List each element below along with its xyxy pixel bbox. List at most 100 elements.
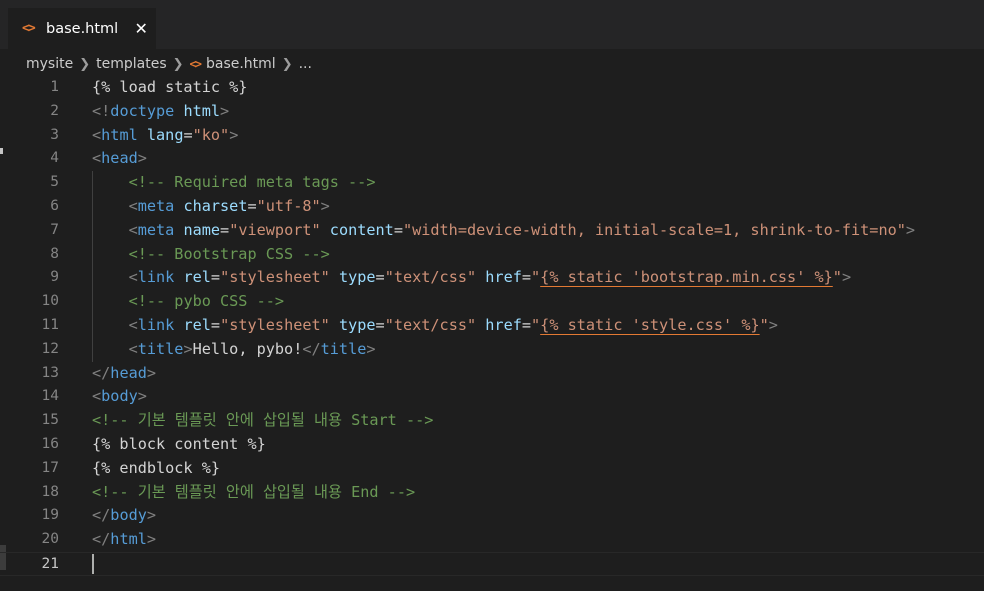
- close-icon[interactable]: ✕: [132, 19, 150, 38]
- code-token: {% endblock %}: [92, 458, 221, 477]
- code-line[interactable]: 1 {% load static %}: [0, 76, 984, 100]
- code-token: <: [128, 268, 138, 287]
- code-text: <!-- pybo CSS -->: [92, 290, 284, 314]
- code-token: <!-- Bootstrap CSS -->: [128, 244, 330, 263]
- line-number: 2: [50, 102, 59, 119]
- code-line[interactable]: 5 <!-- Required meta tags -->: [0, 171, 984, 195]
- code-token: <: [128, 339, 138, 358]
- code-line[interactable]: 20 </html>: [0, 528, 984, 552]
- code-token: <: [128, 197, 138, 215]
- code-line[interactable]: 19 </body>: [0, 504, 984, 528]
- code-token: rel: [183, 268, 211, 287]
- breadcrumb: mysite ❯ templates ❯ <> base.html ❯ ...: [0, 53, 984, 75]
- code-token: {% static 'bootstrap.min.css' %}: [540, 268, 833, 287]
- code-token: >: [229, 125, 239, 144]
- code-text: <html lang="ko">: [92, 124, 238, 148]
- code-line[interactable]: 21: [0, 552, 984, 576]
- code-token: =: [183, 125, 193, 144]
- code-token: type: [338, 268, 376, 287]
- code-line[interactable]: 16 {% block content %}: [0, 433, 984, 457]
- code-line[interactable]: 9 <link rel="stylesheet" type="text/css"…: [0, 266, 984, 290]
- code-line[interactable]: 17 {% endblock %}: [0, 457, 984, 481]
- code-token: charset: [183, 197, 248, 215]
- tab-label: base.html: [46, 20, 119, 37]
- tab-bar: <> base.html ✕: [0, 0, 984, 49]
- line-number: 19: [41, 507, 59, 524]
- code-text: </html>: [92, 528, 156, 552]
- code-token: ": [759, 316, 769, 334]
- breadcrumb-more[interactable]: ...: [299, 56, 312, 72]
- code-token: >: [905, 220, 916, 239]
- code-line[interactable]: 12 <title>Hello, pybo!</title>: [0, 338, 984, 362]
- code-line[interactable]: 2 <!doctype html>: [0, 100, 984, 124]
- code-line[interactable]: 10 <!-- pybo CSS -->: [0, 290, 984, 314]
- code-token: name: [183, 220, 221, 239]
- line-number: 14: [41, 388, 59, 405]
- code-editor[interactable]: 1 {% load static %} 2 <!doctype html> 3 <html…: [0, 76, 984, 591]
- chevron-right-icon: ❯: [281, 56, 293, 72]
- code-line[interactable]: 13 </head>: [0, 362, 984, 386]
- code-token: "utf-8": [256, 197, 321, 215]
- code-line[interactable]: 15 <!-- 기본 템플릿 안에 삽입될 내용 Start -->: [0, 409, 984, 433]
- code-token: =: [393, 220, 403, 239]
- code-token: =: [521, 268, 532, 287]
- breadcrumb-templates[interactable]: templates: [96, 56, 167, 72]
- code-token: <!-- 기본 템플릿 안에 삽입될 내용 End -->: [92, 482, 416, 501]
- code-token: </: [92, 363, 111, 382]
- code-token: title: [137, 339, 184, 358]
- line-number: 9: [50, 269, 59, 286]
- code-token: href: [485, 268, 522, 287]
- code-token: link: [137, 316, 175, 334]
- code-token: >: [146, 530, 157, 549]
- code-token: content: [329, 220, 394, 239]
- code-line[interactable]: 18 <!-- 기본 템플릿 안에 삽입될 내용 End -->: [0, 481, 984, 505]
- code-line[interactable]: 4 <head>: [0, 147, 984, 171]
- line-number: 17: [41, 459, 59, 476]
- code-token: "stylesheet": [220, 316, 330, 334]
- code-token: >: [320, 197, 330, 215]
- line-number: 11: [41, 317, 59, 333]
- code-text: <link rel="stylesheet" type="text/css" h…: [92, 266, 852, 290]
- breadcrumb-mysite[interactable]: mysite: [26, 56, 73, 72]
- code-token: >: [146, 506, 157, 525]
- line-number: 7: [50, 221, 59, 238]
- code-line[interactable]: 11 <link rel="stylesheet" type="text/css…: [0, 314, 984, 338]
- code-token: rel: [183, 316, 211, 334]
- code-token: "text/css": [384, 316, 477, 334]
- code-line[interactable]: 7 <meta name="viewport" content="width=d…: [0, 219, 984, 243]
- code-line[interactable]: 14 <body>: [0, 385, 984, 409]
- code-token: <: [92, 125, 102, 144]
- code-token: <: [92, 387, 102, 406]
- code-token: ": [531, 268, 541, 287]
- code-token: <: [92, 149, 102, 168]
- code-line[interactable]: 3 <html lang="ko">: [0, 124, 984, 148]
- breadcrumb-base-html[interactable]: base.html: [206, 56, 276, 72]
- code-token: <!-- pybo CSS -->: [128, 292, 285, 311]
- code-token: link: [137, 268, 175, 287]
- line-number: 15: [41, 412, 59, 429]
- html-code-icon: <>: [189, 57, 203, 71]
- code-text: <meta name="viewport" content="width=dev…: [92, 219, 915, 243]
- line-number: 1: [50, 79, 59, 95]
- code-token: </: [92, 506, 111, 525]
- code-line[interactable]: 6 <meta charset="utf-8">: [0, 195, 984, 219]
- code-token: <!-- Required meta tags -->: [128, 173, 376, 192]
- code-token: >: [146, 363, 157, 382]
- code-token: </: [92, 530, 111, 549]
- line-number: 12: [41, 340, 59, 357]
- code-text: {% load static %}: [92, 76, 247, 100]
- code-line[interactable]: 8 <!-- Bootstrap CSS -->: [0, 243, 984, 267]
- chevron-right-icon: ❯: [79, 56, 91, 72]
- code-text: <title>Hello, pybo!</title>: [92, 338, 376, 362]
- code-token: <: [128, 316, 138, 334]
- tab-base-html[interactable]: <> base.html ✕: [8, 8, 156, 49]
- code-token: =: [521, 316, 532, 334]
